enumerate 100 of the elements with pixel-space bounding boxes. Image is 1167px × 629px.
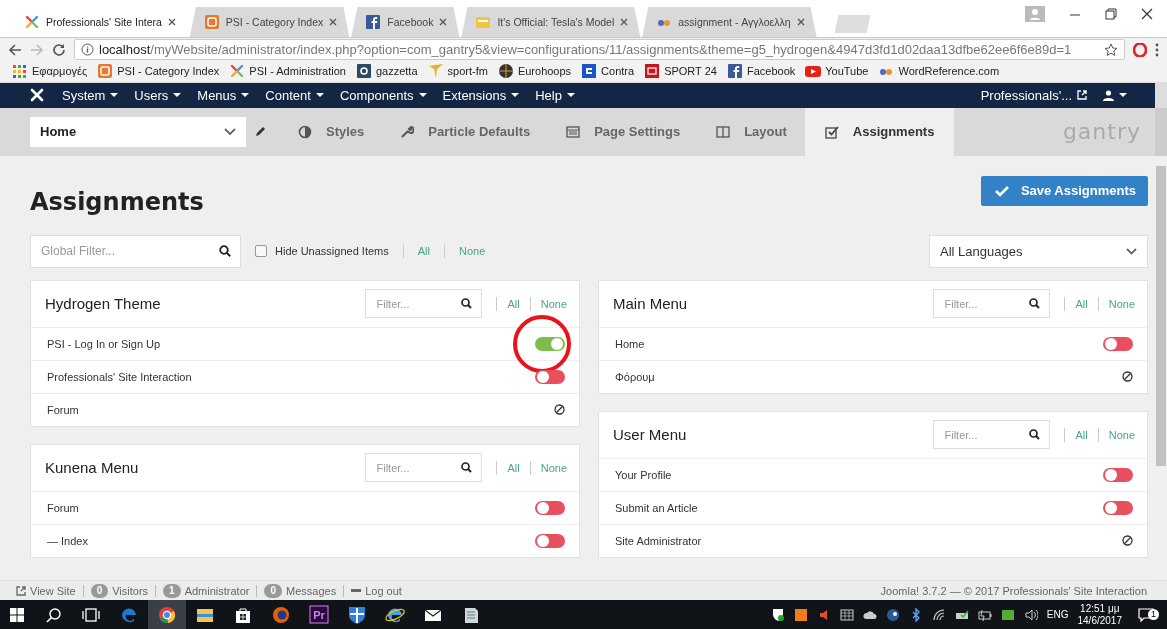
filter-field[interactable]: Filter...	[365, 453, 483, 483]
steam-icon[interactable]	[885, 607, 900, 622]
bookmark-link[interactable]: Εφαρμογές	[12, 63, 88, 79]
admin-menu-item[interactable]: Components	[339, 87, 427, 103]
browser-tab[interactable]: assignment - Αγγλοελλη	[642, 7, 817, 37]
keyboard-icon[interactable]	[839, 607, 854, 622]
clock-date[interactable]: 14/6/2017	[1077, 614, 1122, 627]
bookmark-favicon-icon	[97, 63, 114, 79]
admin-menu-item[interactable]: Help	[535, 87, 575, 103]
address-bar[interactable]: localhost/myWebsite/administrator/index.php?option=com_gantry5&view=configurations/11/assignments&theme=g5_hydrogen&4947d3fd1d02daa13dfbe62ee6f6e89d=1	[74, 39, 1125, 60]
gantry-tab[interactable]: Styles	[280, 107, 383, 156]
user-menu-button[interactable]	[1103, 89, 1127, 101]
reload-icon[interactable]	[52, 42, 66, 57]
toggle-switch[interactable]	[535, 500, 565, 515]
log-out-link[interactable]: Log out	[351, 584, 402, 597]
wifi-icon[interactable]	[931, 607, 946, 622]
close-icon[interactable]	[796, 18, 805, 26]
tab-icon	[566, 124, 581, 139]
item-label: Φόρουμ	[615, 370, 655, 383]
gantry-tab[interactable]: Particle Defaults	[382, 107, 549, 156]
hide-unassigned-checkbox[interactable]	[255, 245, 267, 258]
taskbar-app-button[interactable]	[148, 600, 186, 629]
close-icon[interactable]	[329, 18, 338, 26]
bookmark-link[interactable]: WordReference.com	[878, 63, 1000, 79]
count-badge: 1	[163, 583, 181, 598]
external-link-icon	[1077, 90, 1087, 101]
app-icon	[308, 604, 330, 625]
opera-icon[interactable]	[1133, 42, 1147, 57]
more-menu-icon[interactable]	[1155, 42, 1159, 57]
bookmark-favicon-icon	[805, 63, 822, 79]
restore-icon[interactable]	[1105, 8, 1117, 20]
bookmark-link[interactable]: sport-fm	[427, 63, 488, 79]
close-icon[interactable]	[1141, 8, 1153, 20]
toggle-switch[interactable]	[1103, 467, 1133, 482]
shield-check-icon[interactable]	[770, 607, 785, 622]
item-label: Site Administrator	[615, 534, 702, 547]
global-filter-field[interactable]: Global Filter...	[30, 234, 241, 268]
browser-tab[interactable]: Facebook	[351, 7, 460, 37]
bookmark-link[interactable]: PSI - Administration	[229, 63, 346, 79]
bookmark-favicon-icon	[581, 63, 598, 79]
search-icon	[1029, 428, 1041, 440]
bookmark-link[interactable]: Eurohoops	[497, 63, 572, 79]
back-arrow-icon[interactable]	[8, 42, 22, 57]
status-label[interactable]: Visitors	[112, 584, 149, 597]
filter-field[interactable]: Filter...	[933, 289, 1051, 319]
clock-time[interactable]: 12:51 μμ	[1080, 602, 1120, 615]
admin-menu-item[interactable]: Content	[265, 87, 324, 103]
toggle-switch[interactable]	[1103, 500, 1133, 515]
bookmark-link[interactable]: SPORT 24	[644, 63, 717, 79]
status-label[interactable]: Messages	[286, 584, 337, 597]
battery-icon[interactable]	[977, 607, 992, 622]
toggle-switch[interactable]	[535, 369, 565, 384]
footer-copyright: Joomla! 3.7.2 — © 2017 Professionals' Site Interaction	[880, 584, 1147, 597]
gantry-tab[interactable]: Assignments	[804, 107, 955, 156]
external-link-icon	[16, 585, 26, 596]
close-icon[interactable]	[620, 18, 629, 26]
outline-select[interactable]: Home	[30, 116, 246, 147]
chevron-down-icon	[1126, 247, 1137, 255]
pencil-icon[interactable]	[254, 125, 266, 138]
admin-menu-item[interactable]: Users	[134, 87, 182, 103]
bookmark-link[interactable]: PSI - Category Index	[97, 63, 220, 79]
filter-field[interactable]: Filter...	[365, 289, 483, 319]
language-indicator[interactable]: ENG	[1046, 609, 1069, 621]
save-assignments-button[interactable]: Save Assignments	[980, 175, 1148, 206]
view-site-link[interactable]: View Site	[16, 584, 76, 597]
item-label: — Index	[47, 534, 88, 547]
bookmark-favicon-icon	[12, 63, 28, 79]
bookmark-link[interactable]: Facebook	[726, 63, 796, 79]
site-link[interactable]: Professionals'...	[980, 87, 1087, 103]
admin-menu-item[interactable]: Menus	[197, 87, 250, 103]
bookmark-favicon-icon	[497, 63, 514, 79]
language-select[interactable]: All Languages	[929, 234, 1148, 268]
bookmark-link[interactable]: YouTube	[805, 63, 869, 79]
filter-field[interactable]: Filter...	[933, 420, 1051, 450]
item-label: Forum	[47, 403, 79, 416]
tab-icon	[400, 124, 415, 139]
close-icon[interactable]	[167, 18, 176, 26]
toggle-switch[interactable]	[535, 533, 565, 548]
admin-menu-item[interactable]: System	[62, 87, 119, 103]
close-icon[interactable]	[439, 18, 448, 26]
search-icon	[219, 245, 231, 258]
item-label: Forum	[47, 501, 79, 514]
taskbar-app-button[interactable]: Pr	[300, 600, 338, 629]
status-label[interactable]: Administrator	[184, 584, 250, 597]
gantry-tab[interactable]: Layout	[698, 107, 805, 156]
joomla-logo-icon[interactable]	[30, 88, 44, 103]
bookmark-link[interactable]: gazzetta	[355, 63, 418, 79]
checkbox-label: Hide Unassigned Items	[275, 245, 389, 258]
star-icon[interactable]	[1104, 42, 1118, 57]
browser-tab[interactable]: PSI - Category Index	[189, 7, 350, 37]
tab-icon	[824, 124, 839, 139]
volume-icon[interactable]	[1023, 607, 1038, 622]
tab-icon	[716, 124, 731, 139]
toggle-switch[interactable]	[1103, 336, 1133, 351]
browser-tab[interactable]: It's Official: Tesla's Model	[461, 7, 641, 37]
bookmark-favicon-icon	[644, 63, 661, 79]
bookmark-link[interactable]: Contra	[581, 63, 635, 79]
gantry-tab[interactable]: Page Settings	[548, 107, 699, 156]
toggle-switch[interactable]	[535, 336, 565, 351]
admin-menu-item[interactable]: Extensions	[442, 87, 520, 103]
